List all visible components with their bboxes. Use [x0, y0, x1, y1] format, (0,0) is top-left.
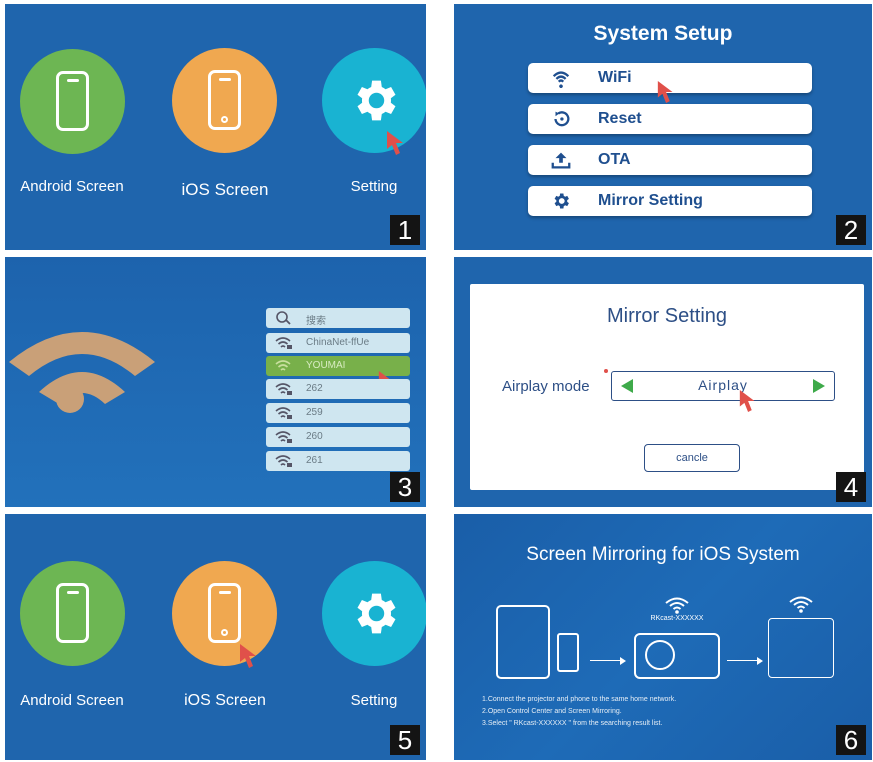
reset-menu-button[interactable]: Reset	[528, 104, 812, 134]
ota-menu-button[interactable]: OTA	[528, 145, 812, 175]
wifi-menu-label: WiFi	[598, 69, 632, 86]
setting-button[interactable]	[322, 48, 426, 153]
airplay-mode-value: Airplay	[698, 377, 748, 393]
wifi-network-item[interactable]: ChinaNet-ffUe	[266, 333, 410, 353]
flow-arrow	[727, 660, 759, 661]
panel-number: 5	[390, 725, 420, 755]
android-screen-label: Android Screen	[20, 178, 124, 195]
panel-4-mirror-setting: Mirror Setting Airplay mode Airplay canc…	[454, 257, 872, 507]
wifi-lock-icon	[275, 383, 292, 395]
panel-number: 4	[836, 472, 866, 502]
reset-menu-label: Reset	[598, 110, 642, 127]
instruction-3: 3.Select " RKcast-XXXXXX " from the sear…	[482, 720, 663, 727]
setting-label: Setting	[350, 178, 398, 195]
airplay-mode-selector[interactable]: Airplay	[611, 371, 835, 412]
ios-screen-label: iOS Screen	[184, 692, 266, 709]
flow-arrow-head	[757, 657, 763, 665]
panel-number: 6	[836, 725, 866, 755]
mirror-setting-dialog: Mirror Setting Airplay mode Airplay canc…	[470, 284, 864, 490]
pointer-cursor-icon	[387, 131, 403, 155]
network-name: 261	[306, 455, 323, 466]
device-ssid-label: RKcast-XXXXXX	[650, 615, 704, 622]
panel-1-home-menu: Android Screen iOS Screen Setting 1	[5, 4, 426, 250]
tv-box-icon	[768, 618, 834, 678]
cancel-button[interactable]: cancle	[644, 444, 740, 472]
wifi-icon	[665, 597, 689, 614]
flow-arrow-head	[620, 657, 626, 665]
gear-icon	[554, 193, 569, 209]
iphone-icon	[208, 70, 241, 130]
search-placeholder: 搜索	[306, 316, 326, 327]
flow-arrow	[590, 660, 622, 661]
ios-screen-label: iOS Screen	[181, 180, 269, 199]
wifi-lock-icon	[275, 337, 292, 349]
pointer-cursor-icon	[739, 390, 755, 412]
setting-label: Setting	[350, 692, 398, 709]
ios-screen-button[interactable]	[172, 48, 277, 153]
instruction-2: 2.Open Control Center and Screen Mirrori…	[482, 708, 622, 715]
wifi-lock-icon	[275, 455, 292, 467]
panel-5-home-menu: Android Screen iOS Screen Setting 5	[5, 514, 426, 760]
pointer-cursor-icon	[657, 81, 673, 103]
projector-icon	[634, 633, 720, 679]
android-screen-button[interactable]	[20, 561, 125, 666]
panel-6-ios-mirroring-guide: Screen Mirroring for iOS System RKcast-X…	[454, 514, 872, 760]
next-option-arrow[interactable]	[813, 379, 825, 393]
pointer-cursor-icon	[240, 644, 256, 668]
wifi-network-item[interactable]: 259	[266, 403, 410, 423]
panel-number: 3	[390, 472, 420, 502]
android-screen-button[interactable]	[20, 49, 125, 154]
wifi-icon	[275, 360, 291, 371]
wifi-menu-button[interactable]: WiFi	[528, 63, 812, 103]
wifi-large-icon	[9, 332, 155, 413]
setting-button[interactable]	[322, 561, 426, 666]
panel-number: 1	[390, 215, 420, 245]
upload-icon	[551, 152, 571, 169]
network-name: 259	[306, 407, 323, 418]
gear-icon	[357, 80, 396, 121]
mirror-setting-menu-button[interactable]: Mirror Setting	[528, 186, 812, 216]
network-name: ChinaNet-ffUe	[306, 337, 370, 348]
gear-icon	[357, 593, 396, 634]
search-icon	[276, 311, 291, 325]
wifi-lock-icon	[275, 431, 292, 443]
projector-lens	[645, 640, 675, 670]
android-phone-icon	[56, 71, 89, 131]
wifi-search-field[interactable]: 搜索	[266, 308, 410, 328]
system-setup-title: System Setup	[593, 22, 733, 45]
dialog-title: Mirror Setting	[606, 305, 728, 327]
instruction-1: 1.Connect the projector and phone to the…	[482, 696, 677, 703]
iphone-icon	[208, 583, 241, 643]
android-screen-label: Android Screen	[20, 692, 124, 709]
ipad-icon	[496, 605, 550, 679]
network-name: YOUMAI	[306, 360, 346, 371]
airplay-mode-label: Airplay mode	[502, 378, 590, 395]
required-dot	[604, 369, 608, 373]
mirror-setting-menu-label: Mirror Setting	[598, 192, 703, 209]
wifi-network-item[interactable]: 262	[266, 379, 410, 399]
network-name: 260	[306, 431, 323, 442]
wifi-network-item[interactable]: 260	[266, 427, 410, 447]
wifi-lock-icon	[275, 407, 292, 419]
wifi-icon	[789, 596, 813, 613]
panel-number: 2	[836, 215, 866, 245]
guide-title: Screen Mirroring for iOS System	[526, 544, 800, 565]
ota-menu-label: OTA	[598, 151, 631, 168]
android-phone-icon	[56, 583, 89, 643]
wifi-network-item[interactable]: 261	[266, 451, 410, 471]
network-name: 262	[306, 383, 323, 394]
wifi-icon	[552, 71, 570, 88]
iphone-icon	[557, 633, 579, 672]
reset-icon	[554, 111, 570, 127]
